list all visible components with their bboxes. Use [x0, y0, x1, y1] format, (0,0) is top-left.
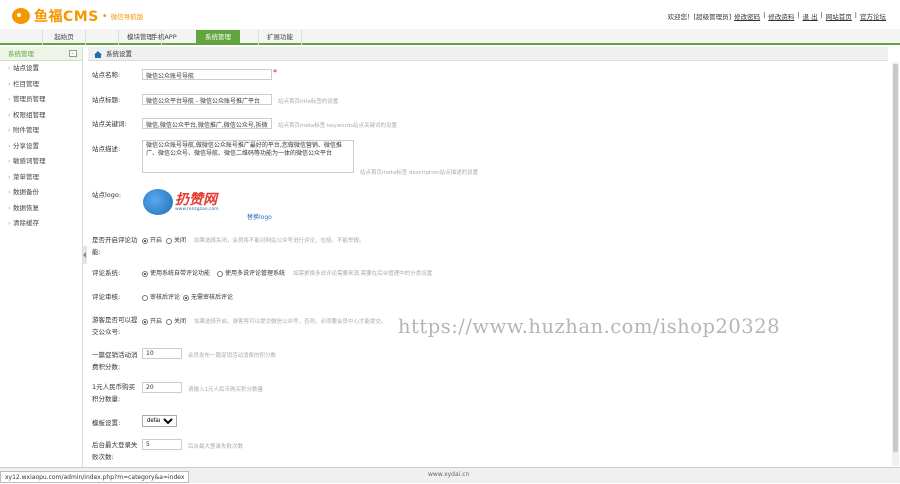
main-panel: 系统设置	[88, 47, 888, 467]
guest-submit-label: 游客是否可以提交公众号:	[92, 316, 138, 336]
top-links: 欢迎您！[超级管理员] 修改密码 | 修改资料 | 退 出 | 网站首页 | 官方论坛	[667, 11, 886, 21]
footer-text: www.xydai.cn	[428, 471, 470, 478]
header: 鱼福CMS • 微信导航版 欢迎您！[超级管理员] 修改密码 | 修改资料 | 退 …	[0, 0, 900, 29]
review-required-radio[interactable]: 审核后评论	[142, 292, 180, 301]
watermark-text: https://www.huzhan.com/ishop20328	[398, 315, 781, 338]
sidebar-item-clear-cache[interactable]: › 清除缓存	[0, 216, 82, 232]
required-mark: *	[273, 68, 277, 77]
sidebar: 系统管理 – › 站点设置 › 栏目管理 › 管理员管理 › 权限组管理 › 附件管理 ›…	[0, 47, 83, 467]
tab-extensions[interactable]: 扩展功能	[258, 30, 302, 45]
description-label: 站点描述:	[92, 145, 121, 153]
promo-points-label: 一篇促销活动消费积分数:	[92, 351, 138, 371]
logout-link[interactable]: 退 出	[803, 11, 818, 21]
site-home-link[interactable]: 网站首页	[826, 11, 852, 21]
max-login-input[interactable]: 5	[142, 439, 182, 450]
sidebar-item-restore[interactable]: › 数据恢复	[0, 201, 82, 217]
rmb-points-input[interactable]: 20	[142, 382, 182, 393]
status-url: xy12.wxiaopu.com/admin/index.php?m=categ…	[0, 471, 190, 483]
max-login-label: 后台最大登录失败次数:	[92, 441, 138, 461]
max-login-hint: 后台最大登录失败次数	[188, 444, 244, 450]
logo-name: 鱼福CMS	[34, 9, 99, 25]
logo-subtitle: 微信导航版	[110, 13, 144, 21]
site-logo-image: 扔赞网 www.renzgzan.com	[143, 187, 263, 217]
sidebar-title: 系统管理	[8, 50, 34, 58]
keywords-hint: 站点首页meta标签 keywords站点关键词的设置	[278, 123, 398, 129]
sidebar-item-share[interactable]: › 分享设置	[0, 139, 82, 155]
sidebar-item-columns[interactable]: › 栏目管理	[0, 77, 82, 93]
brand-logo[interactable]: 鱼福CMS • 微信导航版	[12, 6, 143, 26]
description-textarea[interactable]: 微信公众账号导航,做微信公众账号推广最好的平台,您做微信营销、微信推广、微信公众…	[142, 140, 354, 173]
no-review-radio[interactable]: 无需审核后评论	[183, 292, 233, 301]
tab-mobile-app[interactable]: 手机APP	[142, 30, 186, 45]
duoshuo-comment-radio[interactable]: 使用多说评论管理系统	[217, 268, 285, 277]
sidebar-item-attachments[interactable]: › 附件管理	[0, 123, 82, 139]
guest-submit-off-radio[interactable]: 关闭	[166, 316, 186, 325]
official-forum-link[interactable]: 官方论坛	[860, 11, 886, 21]
sidebar-item-site-settings[interactable]: › 站点设置	[0, 61, 82, 77]
breadcrumb: 系统设置	[88, 47, 888, 61]
comment-toggle-label: 是否开启评论功能:	[92, 236, 138, 256]
sidebar-item-admins[interactable]: › 管理员管理	[0, 92, 82, 108]
guest-submit-hint: 如果选择开启，游客将可以提交微信公众号，否则，必须要会员中心才能提交。	[194, 319, 387, 325]
rmb-points-label: 1元人民币购买积分数量:	[92, 383, 136, 403]
comment-system-label: 评论系统:	[92, 269, 121, 277]
comment-system-hint: 如需更换多说评论需要来源,需要在后台管理中的分类设置	[293, 271, 433, 277]
description-hint: 站点首页meta标签 description站点描述的设置	[360, 170, 479, 176]
builtin-comment-radio[interactable]: 使用系统自带评论功能	[142, 268, 210, 277]
sidebar-item-menus[interactable]: › 菜单管理	[0, 170, 82, 186]
comment-off-radio[interactable]: 关闭	[166, 235, 186, 244]
rmb-points-hint: 请输入1元人民币购买积分数量	[188, 387, 264, 393]
promo-points-hint: 会员发布一篇促销活动消费的积分数	[188, 353, 277, 359]
keywords-label: 站点关键词:	[92, 120, 127, 128]
review-label: 评论审核:	[92, 293, 121, 301]
sidebar-item-permission-groups[interactable]: › 权限组管理	[0, 108, 82, 124]
site-name-input[interactable]: 微信公众账号导航	[142, 69, 272, 80]
change-password-link[interactable]: 修改密码	[734, 11, 760, 21]
keywords-input[interactable]: 微信,微信公众平台,微信推广,微信公众号,拆微	[142, 118, 272, 129]
template-label: 模板设置:	[92, 419, 121, 427]
sidebar-toggle-handle[interactable]	[83, 246, 87, 264]
page-title: 系统设置	[106, 49, 132, 58]
site-name-label: 站点名称:	[92, 71, 121, 79]
fish-logo-icon	[12, 8, 30, 24]
replace-logo-link[interactable]: 替换logo	[247, 212, 272, 221]
tab-system[interactable]: 系统管理	[196, 30, 240, 45]
welcome-text: 欢迎您！[超级管理员]	[667, 13, 732, 21]
sidebar-item-backup[interactable]: › 数据备份	[0, 185, 82, 201]
comment-hint: 如果选择关闭，会员将不能对网站公众号进行评论，包括，不能举报。	[194, 238, 365, 244]
site-title-label: 站点标题:	[92, 96, 121, 104]
logo-label: 站点logo:	[92, 191, 122, 199]
site-title-input[interactable]: 微信公众平台导航 - 微信公众账号推广平台	[142, 94, 272, 105]
guest-submit-on-radio[interactable]: 开启	[142, 316, 162, 325]
sidebar-header: 系统管理 –	[0, 47, 82, 61]
edit-profile-link[interactable]: 修改资料	[768, 11, 794, 21]
bird-logo-icon	[143, 189, 173, 215]
home-icon	[94, 50, 102, 58]
template-select[interactable]: default	[142, 415, 177, 427]
promo-points-input[interactable]: 10	[142, 348, 182, 359]
tab-start[interactable]: 起始页	[42, 30, 86, 45]
scrollbar-thumb[interactable]	[893, 64, 898, 452]
sidebar-item-sensitive-words[interactable]: › 敏感词管理	[0, 154, 82, 170]
site-title-hint: 站点首页title标签的设置	[278, 99, 339, 105]
main-nav: 起始页 模块管理 手机APP 系统管理 扩展功能	[0, 29, 900, 45]
collapse-icon[interactable]: –	[69, 50, 77, 57]
comment-on-radio[interactable]: 开启	[142, 235, 162, 244]
